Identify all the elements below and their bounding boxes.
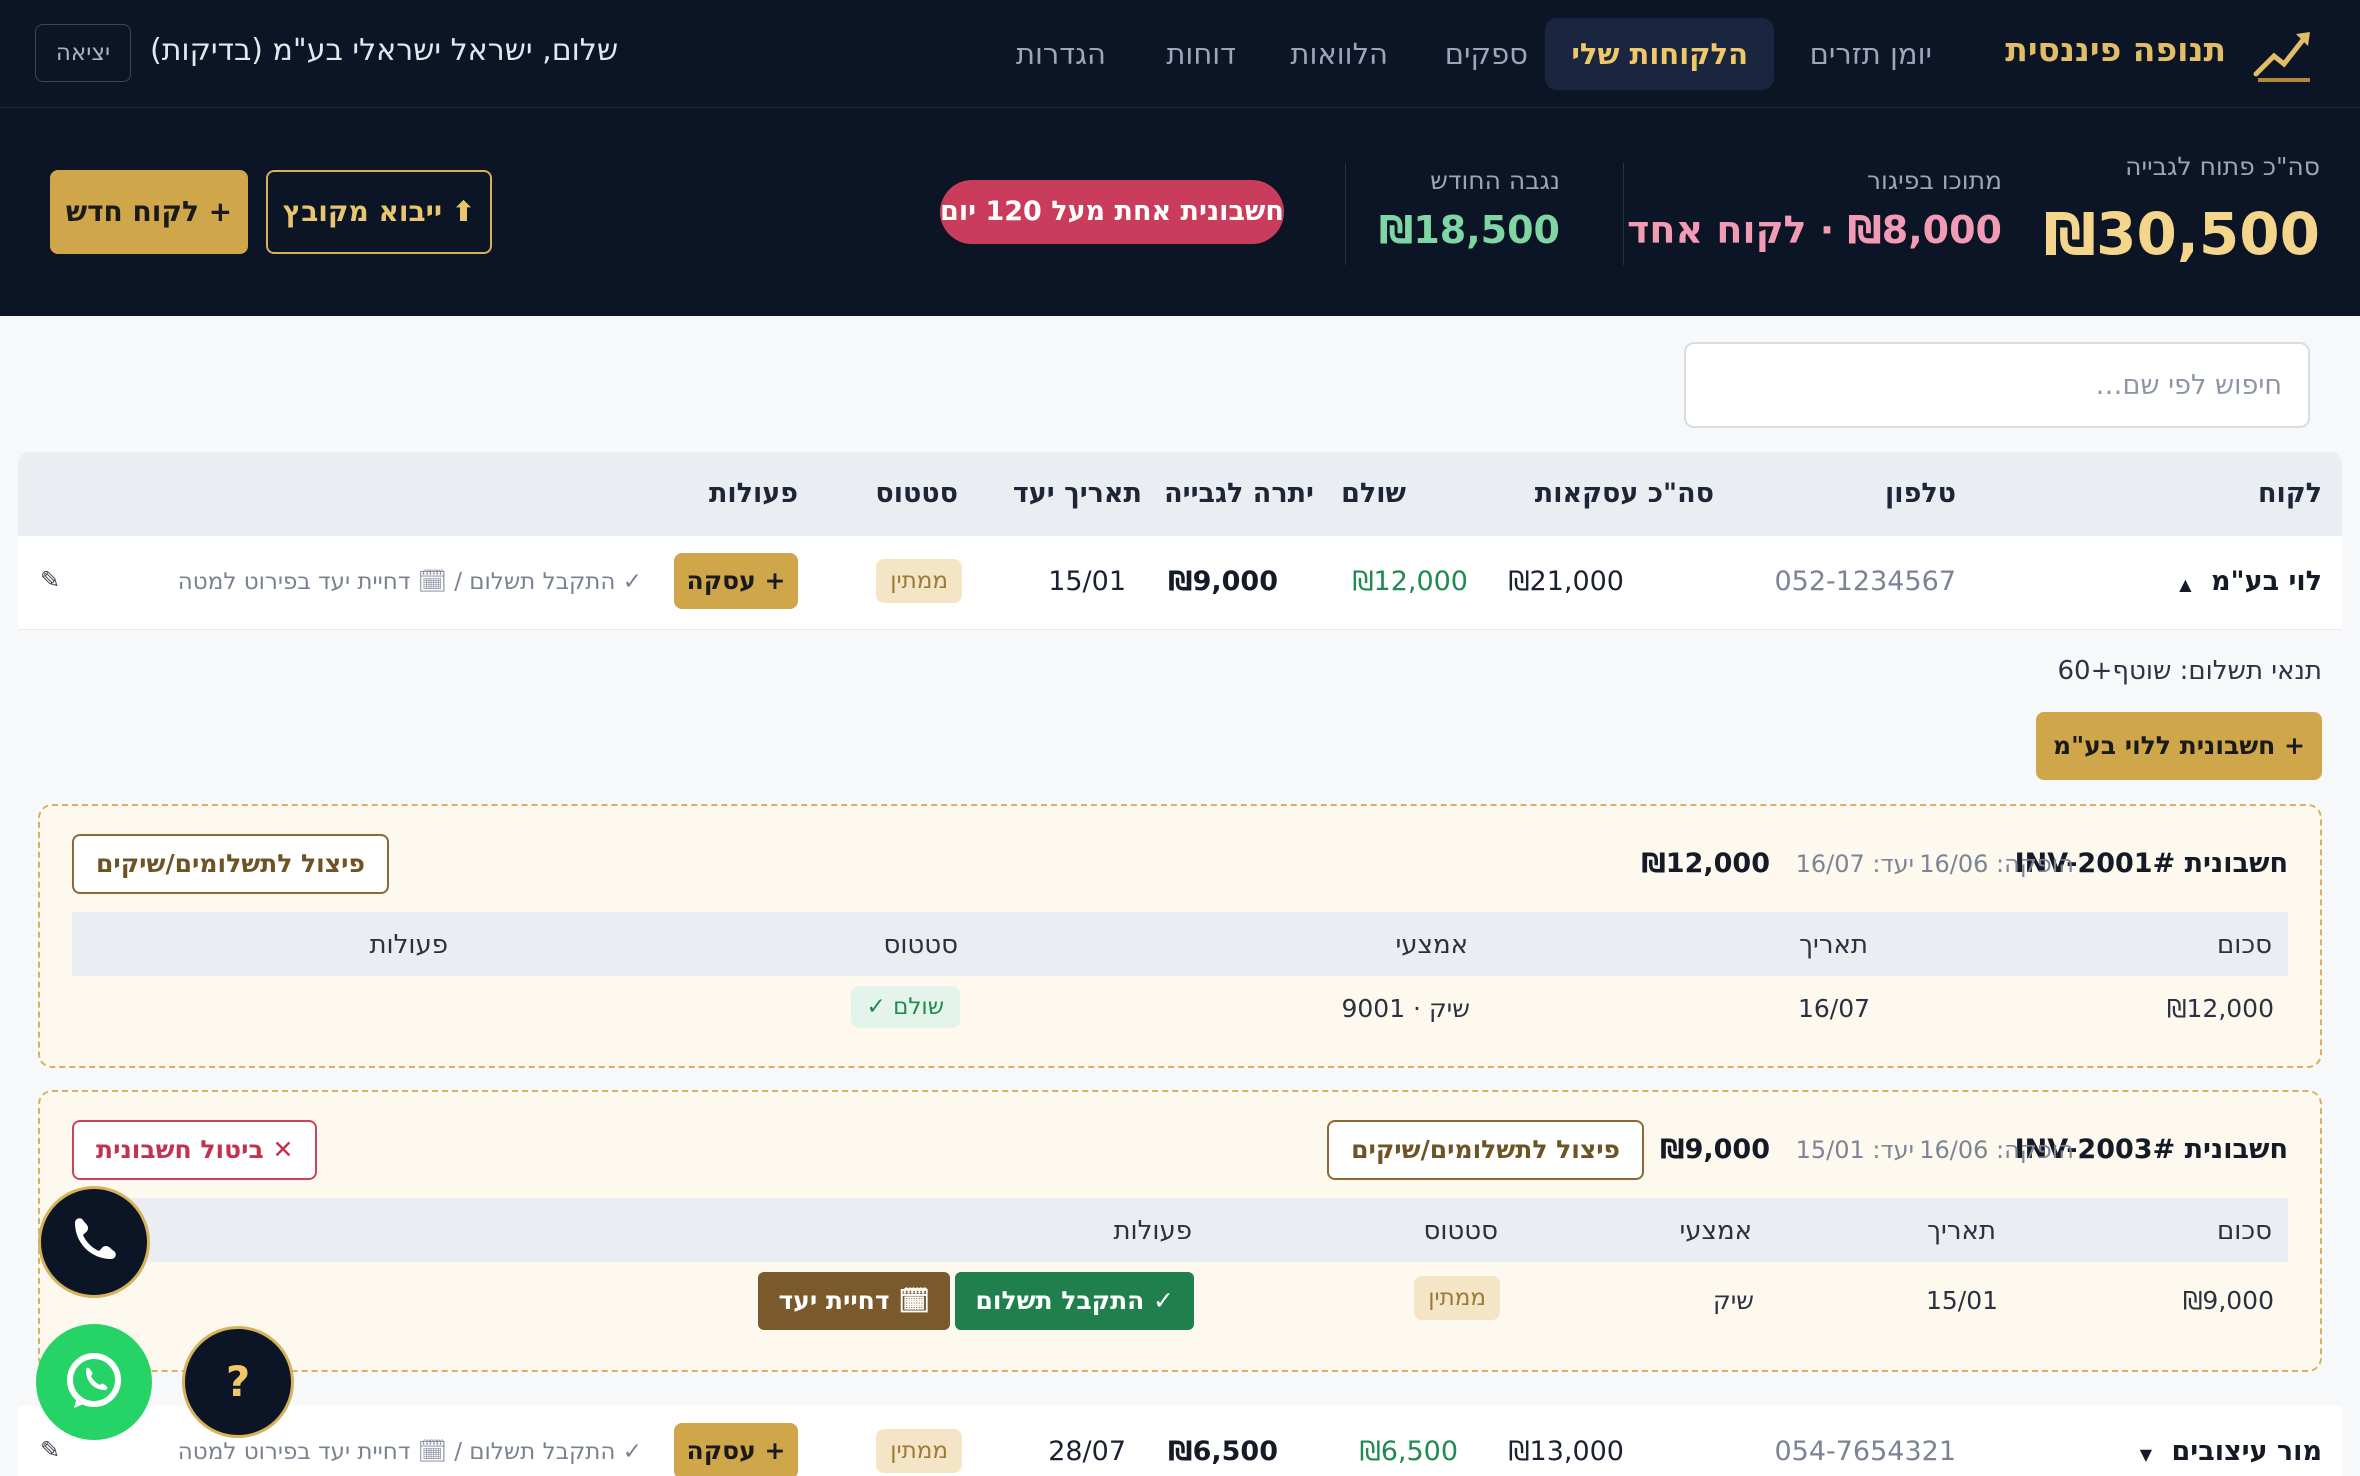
add-deal-button[interactable]: + עסקה (674, 1423, 798, 1476)
collected-label: נגבה החודש (1430, 166, 1560, 195)
kpi-divider (1345, 163, 1346, 265)
new-client-button[interactable]: + לקוח חדש (50, 170, 248, 254)
whatsapp-button[interactable] (36, 1324, 152, 1440)
total-open-label: סה"כ פתוח לגבייה (2125, 152, 2320, 181)
nav-my-clients[interactable]: הלקוחות שלי (1545, 18, 1774, 90)
nav-settings[interactable]: הגדרות (1016, 18, 1106, 90)
actions-hint: ✓ התקבל תשלום / 🗓 דחיית יעד בפירוט למטה (177, 569, 642, 595)
phone-icon (75, 1218, 116, 1259)
invoice-issued-date: הופקה: 16/06 (1919, 850, 2074, 878)
payments-table-header: סכום תאריך אמצעי סטטוס פעולות (72, 1198, 2288, 1262)
header-due-date: תאריך יעד (1012, 478, 1142, 509)
table-row[interactable]: לוי בע"מ ▲ 052-1234567 ₪21,000 ₪12,000 ₪… (18, 536, 2342, 630)
client-name[interactable]: מור עיצובים ▼ (2140, 1436, 2322, 1467)
header-client: לקוח (2257, 478, 2322, 509)
client-due-date: 15/01 (1048, 566, 1126, 597)
nav-suppliers[interactable]: ספקים (1445, 18, 1528, 90)
overdue-value: ₪8,000 · לקוח אחד (1627, 208, 2002, 252)
invoice-card: חשבונית #INV-2003 הופקה: 16/06 יעד: 15/0… (38, 1090, 2322, 1372)
client-balance: ₪6,500 (1168, 1436, 1278, 1467)
invoice-amount: ₪9,000 (1660, 1134, 1770, 1165)
summary-band: סה"כ פתוח לגבייה ₪30,500 מתוכו בפיגור ₪8… (0, 108, 2360, 316)
help-button[interactable]: ? (182, 1326, 294, 1438)
total-open-value: ₪30,500 (2043, 200, 2320, 268)
client-paid: ₪6,500 (1359, 1436, 1458, 1467)
status-badge: שולם ✓ (850, 986, 960, 1028)
import-file-button[interactable]: ⬆ ייבוא מקובץ (266, 170, 492, 254)
defer-due-date-button[interactable]: 🗓 דחיית יעד (758, 1272, 950, 1330)
add-invoice-button[interactable]: + חשבונית ללוי בע"מ (2036, 712, 2322, 780)
header-method: אמצעי (1395, 930, 1468, 960)
expand-caret-icon[interactable]: ▼ (2140, 1445, 2152, 1464)
brand-logo-icon (2253, 32, 2310, 82)
close-icon: ✕ (272, 1135, 294, 1164)
nav-loans[interactable]: הלוואות (1290, 18, 1388, 90)
payment-method: שיק · 9001 (1341, 994, 1470, 1023)
split-payments-button[interactable]: פיצול לתשלומים/שיקים (72, 834, 389, 894)
split-payments-button[interactable]: פיצול לתשלומים/שיקים (1327, 1120, 1644, 1180)
header-amount: סכום (2217, 1216, 2272, 1246)
header-balance: יתרה לגבייה (1164, 478, 1314, 509)
invoice-amount: ₪12,000 (1641, 848, 1770, 879)
payments-table-header: סכום תאריך אמצעי סטטוס פעולות (72, 912, 2288, 976)
add-deal-button[interactable]: + עסקה (674, 553, 798, 609)
client-search-input[interactable] (1684, 342, 2310, 428)
payment-terms: תנאי תשלום: שוטף+60 (2057, 656, 2322, 686)
header-date: תאריך (1927, 1216, 1996, 1246)
header-date: תאריך (1799, 930, 1868, 960)
clients-table-header: לקוח טלפון סה"כ עסקאות שולם יתרה לגבייה … (18, 452, 2342, 536)
payment-amount: ₪9,000 (2182, 1286, 2274, 1315)
invoice-card: חשבונית #INV-2001 הופקה: 16/06 יעד: 16/0… (38, 804, 2322, 1068)
client-due-date: 28/07 (1048, 1436, 1126, 1467)
collected-value: ₪18,500 (1378, 208, 1560, 252)
header-method: אמצעי (1679, 1216, 1752, 1246)
header-paid: שולם (1341, 478, 1406, 509)
edit-pencil-icon[interactable]: ✎ (40, 1436, 60, 1464)
user-greeting: שלום, ישראל ישראלי בע"מ (בדיקות) (150, 33, 619, 68)
whatsapp-icon (67, 1353, 121, 1408)
kpi-divider (1623, 163, 1624, 265)
header-phone: טלפון (1885, 478, 1956, 509)
payment-method: שיק (1712, 1286, 1754, 1315)
actions-hint: ✓ התקבל תשלום / 🗓 דחיית יעד בפירוט למטה (177, 1439, 642, 1465)
edit-pencil-icon[interactable]: ✎ (40, 566, 60, 594)
header-actions: פעולות (708, 478, 798, 509)
invoice-due-date: יעד: 16/07 (1795, 850, 1914, 878)
header-actions: פעולות (369, 930, 448, 960)
call-button[interactable] (38, 1186, 150, 1298)
header-total-deals: סה"כ עסקאות (1534, 478, 1714, 509)
header-amount: סכום (2217, 930, 2272, 960)
payment-amount: ₪12,000 (2166, 994, 2274, 1023)
header-actions: פעולות (1113, 1216, 1192, 1246)
client-name[interactable]: לוי בע"מ ▲ (2179, 566, 2322, 597)
table-row[interactable]: מור עיצובים ▼ 054-7654321 ₪13,000 ₪6,500… (18, 1406, 2342, 1476)
client-total-deals: ₪13,000 (1508, 1436, 1624, 1467)
nav-cashflow-journal[interactable]: יומן תזרים (1810, 18, 1932, 90)
header-status: סטטוס (1423, 1216, 1498, 1246)
payment-date: 16/07 (1797, 994, 1870, 1023)
brand-name: תנופה פיננסית (2005, 30, 2226, 69)
overdue-label: מתוכו בפיגור (1866, 166, 2002, 195)
header-status: סטטוס (875, 478, 958, 509)
client-balance: ₪9,000 (1168, 566, 1278, 597)
status-badge: ממתין (876, 1429, 962, 1473)
client-phone: 052-1234567 (1774, 566, 1956, 597)
client-phone: 054-7654321 (1774, 1436, 1956, 1467)
status-badge: ממתין (1414, 1276, 1500, 1320)
payment-received-button[interactable]: ✓ התקבל תשלום (955, 1272, 1194, 1330)
logout-button[interactable]: יציאה (35, 24, 131, 82)
client-paid: ₪12,000 (1352, 566, 1468, 597)
top-navbar: תנופה פיננסית יומן תזרים הלקוחות שלי ספק… (0, 0, 2360, 108)
cancel-invoice-button[interactable]: ✕ ביטול חשבונית (72, 1120, 318, 1180)
collapse-caret-icon[interactable]: ▲ (2179, 575, 2191, 594)
status-badge: ממתין (876, 559, 962, 603)
nav-reports[interactable]: דוחות (1166, 18, 1236, 90)
payment-date: 15/01 (1925, 1286, 1998, 1315)
invoice-issued-date: הופקה: 16/06 (1919, 1136, 2074, 1164)
overdue-alert-badge[interactable]: חשבונית אחת מעל 120 יום (940, 180, 1284, 244)
invoice-due-date: יעד: 15/01 (1795, 1136, 1914, 1164)
client-total-deals: ₪21,000 (1508, 566, 1624, 597)
header-status: סטטוס (883, 930, 958, 960)
